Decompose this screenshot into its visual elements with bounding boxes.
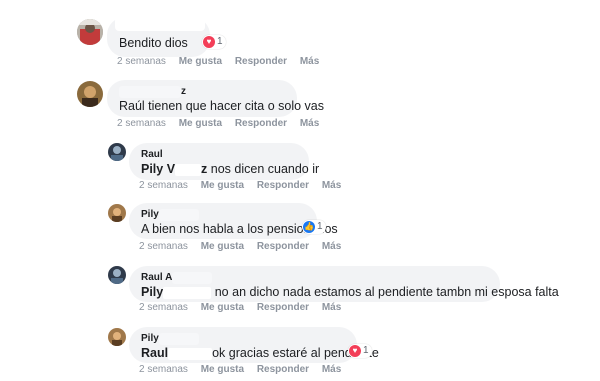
- like-button[interactable]: Me gusta: [179, 118, 222, 129]
- comment-text: A bien nos habla a los pensionados: [141, 222, 338, 236]
- reply-button[interactable]: Responder: [257, 241, 309, 252]
- comment-text: Bendito dios: [119, 36, 188, 50]
- avatar[interactable]: [77, 81, 103, 107]
- love-icon: ♥: [349, 345, 361, 357]
- comment-text: Pily Vz nos dicen cuando ir: [141, 162, 320, 176]
- reaction-badge[interactable]: 👍 1: [302, 220, 326, 234]
- avatar[interactable]: [108, 266, 126, 284]
- mention-link[interactable]: Pily V: [141, 162, 175, 176]
- timestamp[interactable]: 2 semanas: [117, 56, 166, 67]
- timestamp[interactable]: 2 semanas: [139, 302, 188, 313]
- avatar[interactable]: [108, 328, 126, 346]
- avatar[interactable]: [108, 143, 126, 161]
- reply-button[interactable]: Responder: [257, 302, 309, 313]
- timestamp[interactable]: 2 semanas: [139, 364, 188, 375]
- more-button[interactable]: Más: [300, 56, 319, 67]
- comment-actions: 2 semanas Me gusta Responder Más: [117, 118, 329, 130]
- comment-actions: 2 semanas Me gusta Responder Más: [117, 56, 329, 68]
- avatar[interactable]: [108, 204, 126, 222]
- mention-link[interactable]: Raul: [141, 346, 168, 360]
- more-button[interactable]: Más: [322, 302, 341, 313]
- like-icon: 👍: [303, 221, 315, 233]
- comment-author[interactable]: Raul A: [141, 272, 488, 284]
- like-button[interactable]: Me gusta: [201, 364, 244, 375]
- like-button[interactable]: Me gusta: [201, 180, 244, 191]
- reply-button[interactable]: Responder: [257, 180, 309, 191]
- timestamp[interactable]: 2 semanas: [139, 180, 188, 191]
- more-button[interactable]: Más: [322, 241, 341, 252]
- mention-link[interactable]: Pily: [141, 285, 163, 299]
- more-button[interactable]: Más: [322, 364, 341, 375]
- comment-actions: 2 semanas Me gusta Responder Más: [139, 302, 351, 314]
- comment-bubble: Raul A Pily no an dicho nada estamos al …: [129, 266, 559, 302]
- comment-author[interactable]: z: [119, 86, 285, 98]
- reaction-badge[interactable]: ♥ 1: [202, 35, 226, 49]
- like-button[interactable]: Me gusta: [201, 302, 244, 313]
- love-icon: ♥: [203, 36, 215, 48]
- comment-actions: 2 semanas Me gusta Responder Más: [139, 180, 351, 192]
- comment-bubble: Raul Pily Vz nos dicen cuando ir: [129, 143, 320, 180]
- timestamp[interactable]: 2 semanas: [139, 241, 188, 252]
- comment-bubble: Pily A bien nos habla a los pensionados: [129, 203, 338, 239]
- like-button[interactable]: Me gusta: [179, 56, 222, 67]
- timestamp[interactable]: 2 semanas: [117, 118, 166, 129]
- more-button[interactable]: Más: [322, 180, 341, 191]
- reply-button[interactable]: Responder: [235, 56, 287, 67]
- redacted-name: [115, 17, 205, 31]
- comment-author[interactable]: Pily: [141, 209, 305, 221]
- comment-bubble: z Raúl tienen que hacer cita o solo vas: [107, 80, 324, 117]
- comment-text: Raul ok gracias estaré al pendiente: [141, 346, 379, 360]
- avatar[interactable]: [77, 19, 103, 45]
- comment-text: Raúl tienen que hacer cita o solo vas: [119, 99, 324, 113]
- comment-bubble: Pily Raul ok gracias estaré al pendiente: [129, 327, 379, 363]
- comment-text: Pily no an dicho nada estamos al pendien…: [141, 285, 559, 299]
- comment-author[interactable]: Pily: [141, 333, 345, 345]
- reply-button[interactable]: Responder: [235, 118, 287, 129]
- comment-actions: 2 semanas Me gusta Responder Más: [139, 364, 351, 376]
- reply-button[interactable]: Responder: [257, 364, 309, 375]
- comment-actions: 2 semanas Me gusta Responder Más: [139, 241, 351, 253]
- like-button[interactable]: Me gusta: [201, 241, 244, 252]
- comment-author[interactable]: Raul: [141, 149, 297, 161]
- reaction-badge[interactable]: ♥ 1: [348, 344, 372, 358]
- more-button[interactable]: Más: [300, 118, 319, 129]
